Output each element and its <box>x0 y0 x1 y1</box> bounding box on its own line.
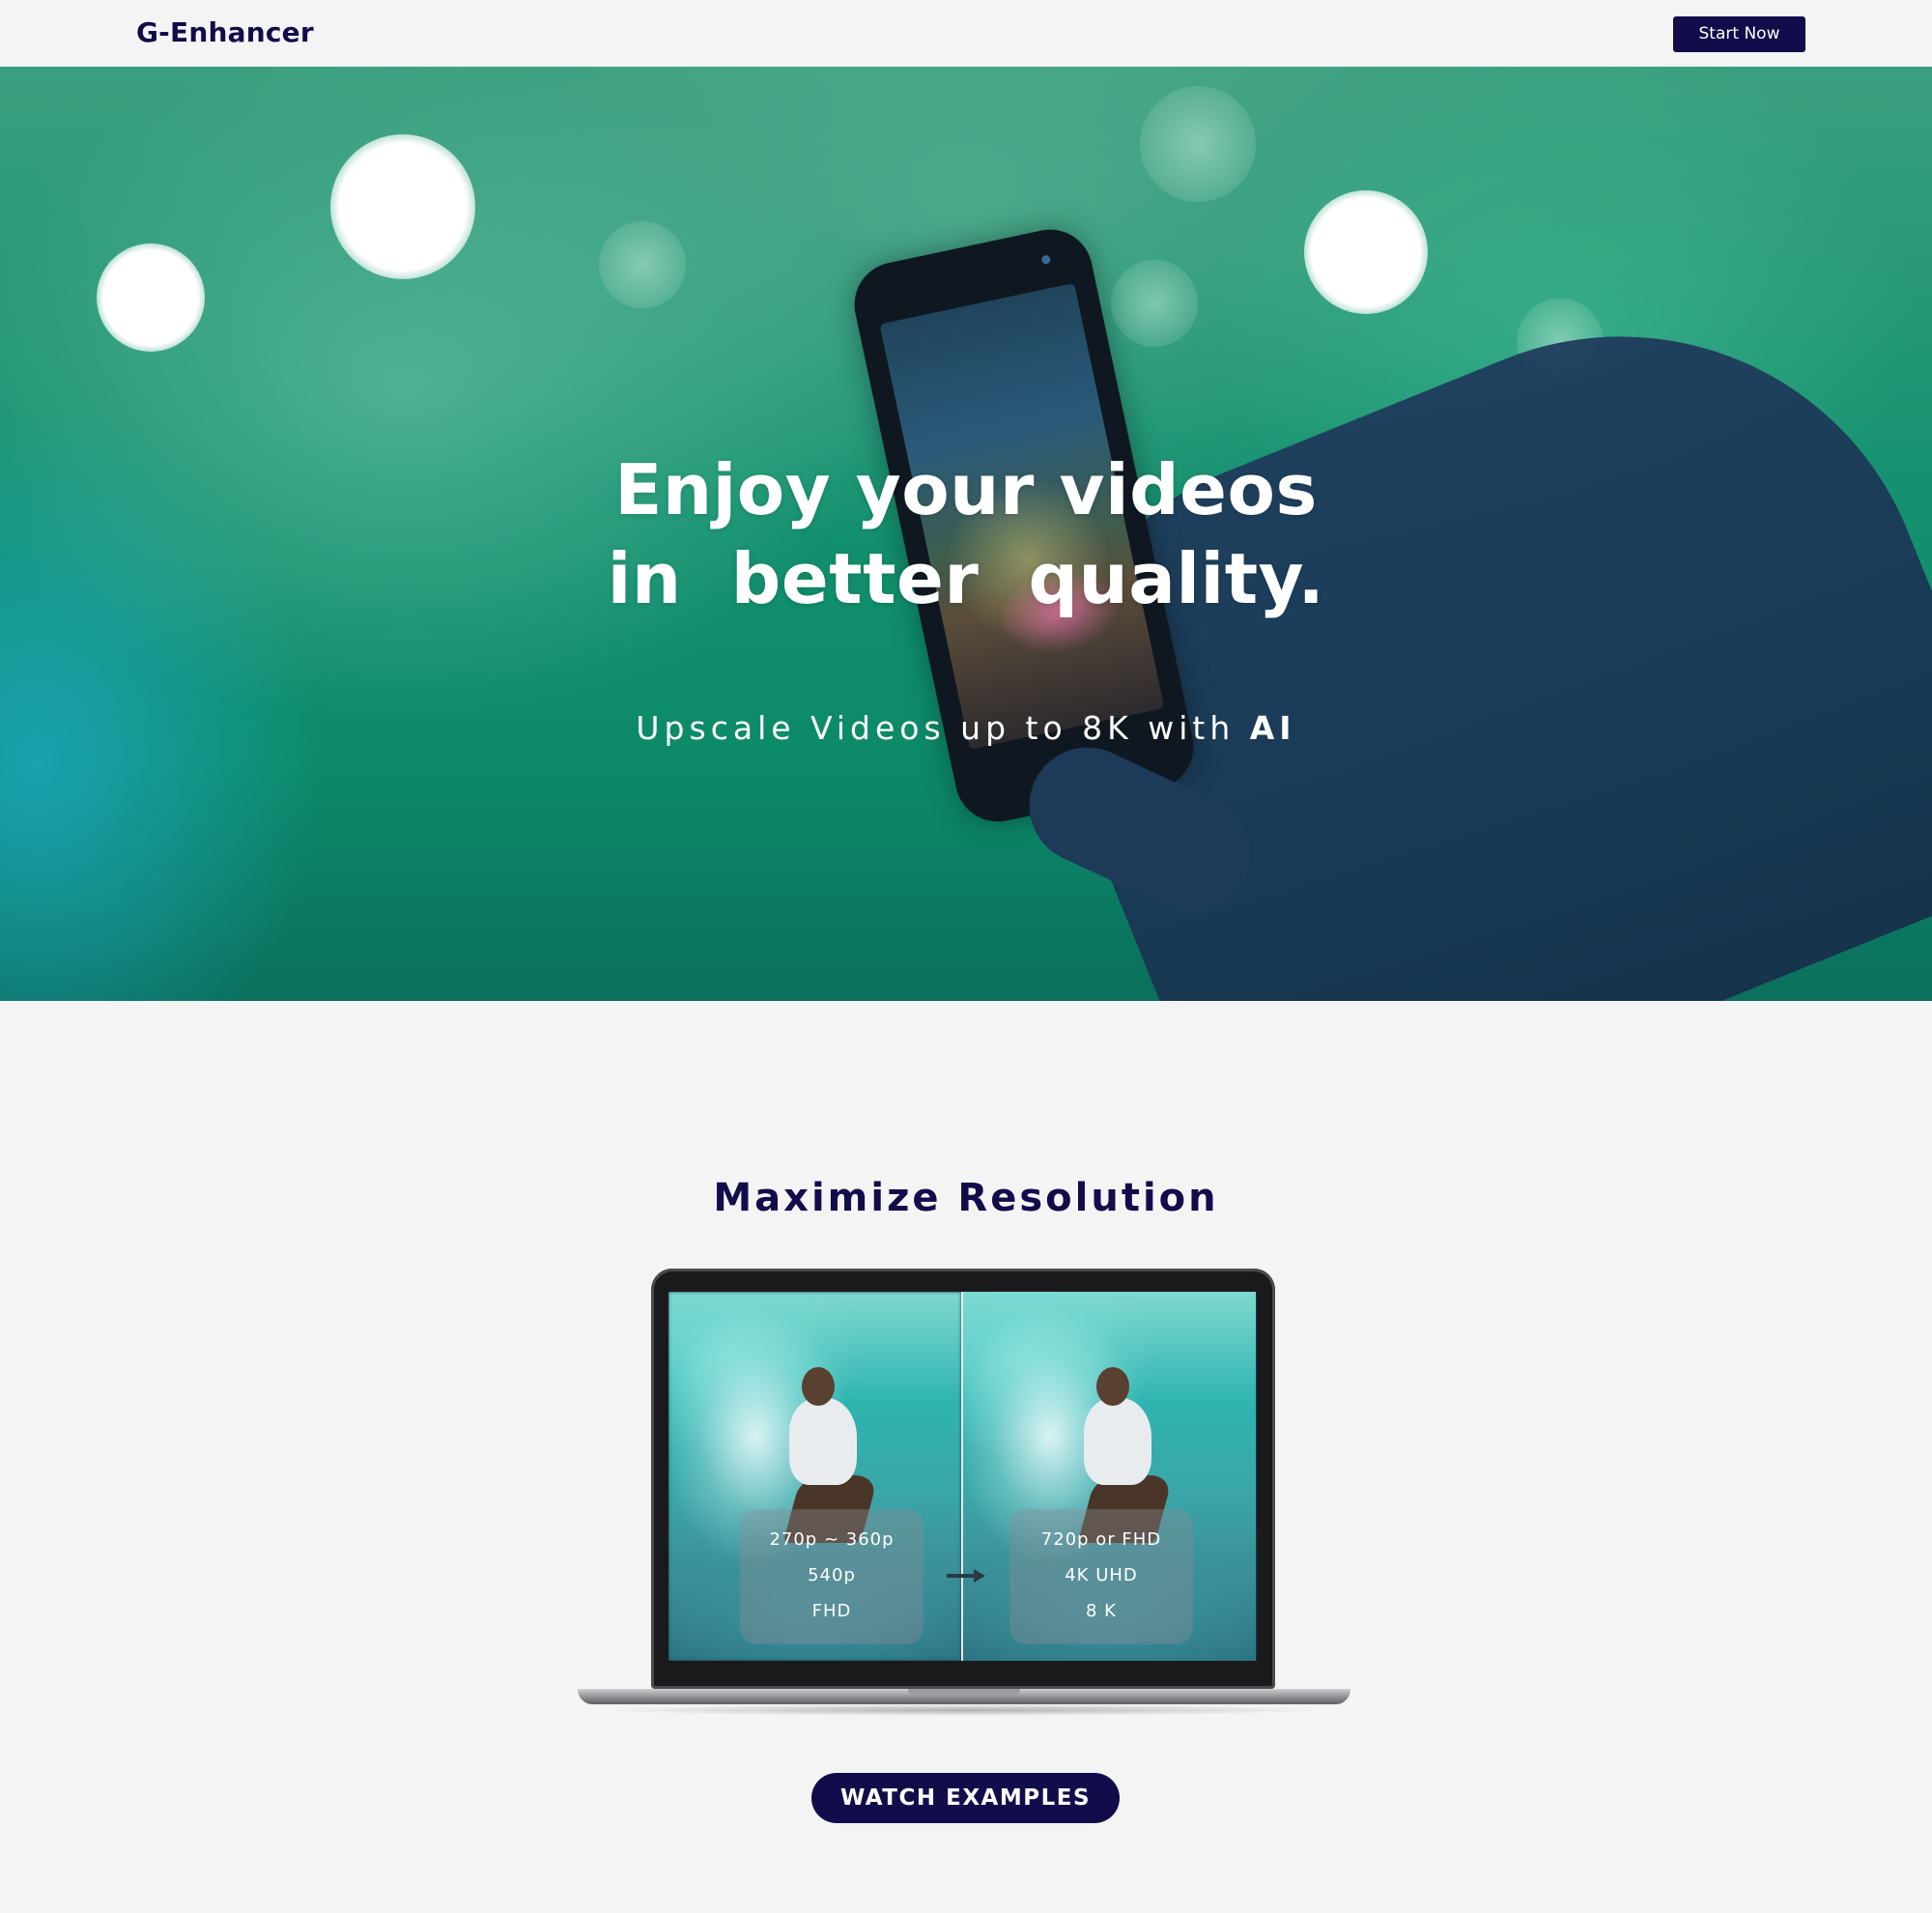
surfer-head <box>1096 1367 1129 1406</box>
after-panel: 720p or FHD 4K UHD 8 K <box>963 1292 1256 1661</box>
hero-subtitle-emphasis: AI <box>1249 709 1296 747</box>
phone-camera-icon <box>1040 254 1052 266</box>
hero-title-line-2: in better quality. <box>607 538 1325 619</box>
logo[interactable]: G-Enhancer <box>136 16 314 48</box>
laptop-notch <box>908 1689 1020 1696</box>
after-resolution-2: 4K UHD <box>1065 1565 1138 1585</box>
bokeh-light <box>97 243 205 352</box>
laptop-mockup: 270p ~ 360p 540p FHD 720p or FHD 4K UHD … <box>578 1269 1350 1723</box>
section-heading: Maximize Resolution <box>713 1176 1219 1220</box>
bokeh-light <box>599 221 686 308</box>
before-resolution-1: 270p ~ 360p <box>769 1529 895 1550</box>
surfer-body <box>789 1398 857 1485</box>
after-resolution-3: 8 K <box>1086 1601 1117 1621</box>
hero-section: Enjoy your videos in better quality. Ups… <box>0 67 1932 1001</box>
comparison-screen: 270p ~ 360p 540p FHD 720p or FHD 4K UHD … <box>668 1292 1257 1661</box>
watch-examples-button[interactable]: WATCH EXAMPLES <box>811 1773 1120 1823</box>
hero-subtitle-text: Upscale Videos up to 8K with <box>636 709 1250 747</box>
hero-subtitle: Upscale Videos up to 8K with AI <box>0 709 1932 747</box>
before-panel: 270p ~ 360p 540p FHD <box>668 1292 961 1661</box>
surfer-body <box>1084 1398 1151 1485</box>
arrow-right-icon <box>947 1569 985 1583</box>
surfer-head <box>802 1367 835 1406</box>
before-resolution-box: 270p ~ 360p 540p FHD <box>740 1509 923 1644</box>
start-now-button[interactable]: Start Now <box>1673 16 1805 52</box>
hero-title-line-1: Enjoy your videos <box>614 449 1318 530</box>
site-header: G-Enhancer Start Now <box>0 0 1932 67</box>
laptop-shadow <box>597 1704 1331 1716</box>
hero-title: Enjoy your videos in better quality. <box>0 445 1932 623</box>
after-resolution-1: 720p or FHD <box>1040 1529 1162 1550</box>
bokeh-light <box>1140 86 1256 202</box>
bokeh-light <box>330 134 475 279</box>
after-resolution-box: 720p or FHD 4K UHD 8 K <box>1009 1509 1193 1644</box>
before-resolution-3: FHD <box>811 1601 852 1621</box>
bokeh-light <box>1304 190 1428 314</box>
before-resolution-2: 540p <box>808 1565 856 1585</box>
bokeh-light <box>1111 260 1198 347</box>
laptop-lid: 270p ~ 360p 540p FHD 720p or FHD 4K UHD … <box>651 1269 1275 1689</box>
